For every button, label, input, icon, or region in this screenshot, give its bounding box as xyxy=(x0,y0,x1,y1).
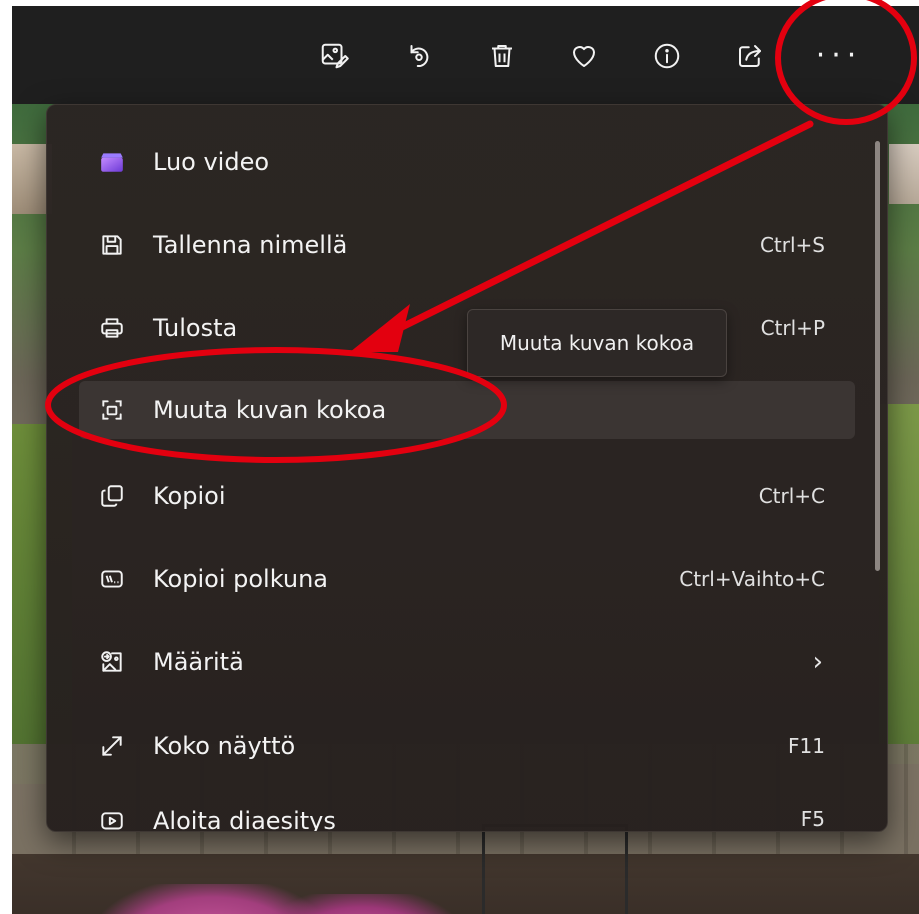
menu-item-kopioi[interactable]: Kopioi Ctrl+C xyxy=(79,467,855,525)
rotate-icon xyxy=(410,45,429,68)
photo-heather xyxy=(262,894,462,914)
menu-item-koko-naytto[interactable]: Koko näyttö F11 xyxy=(79,717,855,775)
info-icon xyxy=(654,43,680,69)
delete-icon xyxy=(492,45,512,67)
more-options-button[interactable]: ··· xyxy=(809,36,869,76)
menu-item-maarita[interactable]: Määritä › xyxy=(79,633,855,691)
print-icon xyxy=(97,313,127,343)
photo-building-right xyxy=(889,144,919,204)
fullscreen-icon xyxy=(97,731,127,761)
info-button[interactable] xyxy=(647,36,687,76)
edit-image-icon xyxy=(321,43,349,69)
menu-item-shortcut: F5 xyxy=(800,807,825,831)
menu-scrollbar[interactable] xyxy=(875,141,880,571)
video-editor-icon xyxy=(97,147,127,177)
delete-button[interactable] xyxy=(482,36,522,76)
menu-item-label: Kopioi polkuna xyxy=(153,565,328,593)
copy-path-icon xyxy=(97,564,127,594)
resize-image-icon xyxy=(97,395,127,425)
copy-icon xyxy=(97,481,127,511)
rotate-button[interactable] xyxy=(399,36,439,76)
favorite-heart-icon xyxy=(573,46,595,67)
menu-item-shortcut: Ctrl+C xyxy=(758,484,825,508)
menu-item-label: Aloita diaesitys xyxy=(153,807,336,832)
menu-item-label: Koko näyttö xyxy=(153,732,296,760)
share-button[interactable] xyxy=(730,36,770,76)
menu-item-shortcut: Ctrl+P xyxy=(760,316,825,340)
menu-item-shortcut: F11 xyxy=(788,734,825,758)
save-icon xyxy=(97,230,127,260)
more-options-menu: Luo video Tallenna nimellä Ctrl+S Tulost… xyxy=(46,104,888,832)
menu-item-kopioi-polkuna[interactable]: Kopioi polkuna Ctrl+Vaihto+C xyxy=(79,550,855,608)
menu-item-luo-video[interactable]: Luo video xyxy=(79,133,855,191)
chevron-right-icon: › xyxy=(812,647,823,677)
menu-item-shortcut: Ctrl+Vaihto+C xyxy=(679,567,825,591)
menu-item-muuta-kuvan-kokoa[interactable]: Muuta kuvan kokoa xyxy=(79,381,855,439)
slideshow-icon xyxy=(97,807,127,831)
edit-image-button[interactable] xyxy=(314,36,354,76)
menu-item-label: Määritä xyxy=(153,648,244,676)
menu-item-label: Luo video xyxy=(153,148,270,176)
favorite-button[interactable] xyxy=(564,36,604,76)
tooltip-text: Muuta kuvan kokoa xyxy=(499,331,695,355)
top-toolbar: ··· xyxy=(12,6,919,104)
menu-item-shortcut: Ctrl+S xyxy=(759,233,825,257)
menu-item-label: Muuta kuvan kokoa xyxy=(153,396,387,424)
more-options-icon: ··· xyxy=(815,38,863,73)
set-as-icon xyxy=(97,647,127,677)
share-icon xyxy=(739,45,761,67)
menu-item-label: Tallenna nimellä xyxy=(153,231,348,259)
menu-item-label: Kopioi xyxy=(153,482,226,510)
menu-item-aloita-diaesitys[interactable]: Aloita diaesitys F5 xyxy=(79,799,855,832)
menu-item-tallenna-nimella[interactable]: Tallenna nimellä Ctrl+S xyxy=(79,216,855,274)
tooltip: Muuta kuvan kokoa xyxy=(467,309,727,377)
photo-lantern xyxy=(482,824,628,914)
